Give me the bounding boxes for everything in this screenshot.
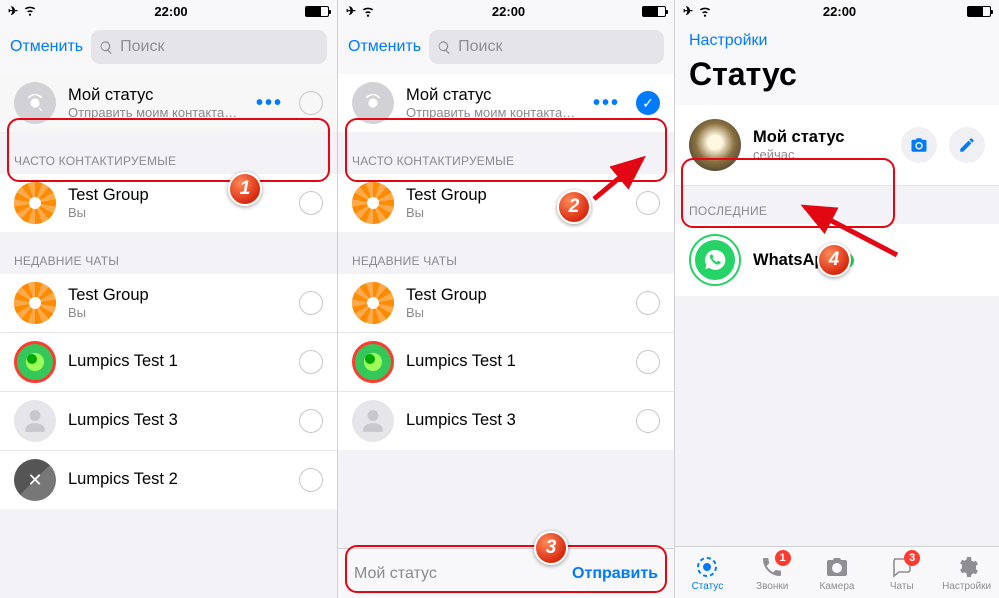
- battery-icon: [967, 6, 991, 17]
- contact-avatar: [352, 400, 394, 442]
- my-status-row[interactable]: Мой статус сейчас: [675, 105, 999, 186]
- page-title: Статус: [675, 52, 999, 105]
- my-status-subtitle: Отправить моим контактам, кр…: [406, 105, 581, 120]
- section-recent: НЕДАВНИЕ ЧАТЫ: [0, 232, 337, 274]
- contact-row[interactable]: Test GroupВы: [0, 274, 337, 333]
- annotation-badge-3: 3: [534, 531, 568, 565]
- contact-row[interactable]: Lumpics Test 1: [338, 333, 674, 392]
- contact-row[interactable]: ✕ Lumpics Test 2: [0, 451, 337, 509]
- search-icon: [437, 40, 452, 55]
- select-radio[interactable]: [636, 409, 660, 433]
- wifi-icon: [361, 4, 375, 18]
- select-radio[interactable]: [299, 350, 323, 374]
- whatsapp-icon: [703, 248, 727, 272]
- select-radio[interactable]: [299, 409, 323, 433]
- cancel-button[interactable]: Отменить: [348, 38, 421, 56]
- screen-2: ✈ 22:00 Отменить Поиск Мой статус Отправ…: [338, 0, 675, 598]
- wifi-icon: [698, 4, 712, 18]
- send-footer: Мой статус Отправить: [338, 548, 674, 598]
- tab-status[interactable]: Статус: [675, 547, 740, 598]
- cancel-button[interactable]: Отменить: [10, 38, 83, 56]
- tab-camera[interactable]: Камера: [805, 547, 870, 598]
- tab-chats[interactable]: Чаты 3: [869, 547, 934, 598]
- tab-settings[interactable]: Настройки: [934, 547, 999, 598]
- screen-3: ✈ 22:00 Настройки Статус Мой статус сейч…: [675, 0, 999, 598]
- footer-status-label: Мой статус: [354, 565, 437, 583]
- header: Отменить Поиск: [0, 22, 337, 74]
- ios-status-bar: ✈ 22:00: [338, 0, 674, 22]
- my-status-title: Мой статус: [753, 128, 889, 148]
- ios-status-bar: ✈ 22:00: [0, 0, 337, 22]
- wifi-icon: [23, 3, 37, 20]
- my-status-title: Мой статус: [406, 86, 581, 106]
- search-placeholder: Поиск: [120, 38, 164, 56]
- battery-icon: [305, 6, 329, 17]
- my-status-subtitle: Отправить моим контактам, кр…: [68, 105, 244, 120]
- contact-avatar: ✕: [14, 459, 56, 501]
- select-radio-checked[interactable]: ✓: [636, 91, 660, 115]
- select-radio[interactable]: [636, 291, 660, 315]
- select-radio[interactable]: [299, 91, 323, 115]
- search-input[interactable]: Поиск: [91, 30, 327, 64]
- contact-avatar: [14, 400, 56, 442]
- more-icon[interactable]: •••: [256, 92, 283, 115]
- contact-avatar: [14, 182, 56, 224]
- tab-bar: Статус Звонки 1 Камера Чаты 3 Настройки: [675, 546, 999, 598]
- select-radio[interactable]: [299, 191, 323, 215]
- annotation-badge-1: 1: [228, 172, 262, 206]
- my-status-avatar: [689, 119, 741, 171]
- contact-row[interactable]: Lumpics Test 3: [338, 392, 674, 450]
- send-button[interactable]: Отправить: [572, 565, 658, 583]
- chats-badge: 3: [904, 550, 920, 566]
- airplane-mode-icon: ✈: [346, 4, 356, 18]
- annotation-arrow: [586, 147, 656, 207]
- gear-icon: [955, 555, 979, 579]
- screen-1: ✈ 22:00 Отменить Поиск Мой статус Отправ…: [0, 0, 338, 598]
- battery-icon: [642, 6, 666, 17]
- my-status-subtitle: сейчас: [753, 147, 889, 162]
- contact-avatar: [352, 282, 394, 324]
- my-status-avatar: [14, 82, 56, 124]
- airplane-mode-icon: ✈: [683, 4, 693, 18]
- my-status-row[interactable]: Мой статус Отправить моим контактам, кр……: [0, 74, 337, 132]
- camera-icon: [825, 555, 849, 579]
- header: Отменить Поиск: [338, 22, 674, 74]
- calls-badge: 1: [775, 550, 791, 566]
- contact-row[interactable]: Lumpics Test 1: [0, 333, 337, 392]
- camera-button[interactable]: [901, 127, 937, 163]
- contact-avatar: [352, 341, 394, 383]
- status-icon: [695, 555, 719, 579]
- my-status-title: Мой статус: [68, 86, 244, 106]
- airplane-mode-icon: ✈: [8, 4, 18, 18]
- annotation-badge-2: 2: [557, 190, 591, 224]
- ios-status-bar: ✈ 22:00: [675, 0, 999, 22]
- contact-avatar: [352, 182, 394, 224]
- tab-calls[interactable]: Звонки 1: [740, 547, 805, 598]
- search-input[interactable]: Поиск: [429, 30, 664, 64]
- search-placeholder: Поиск: [458, 38, 502, 56]
- annotation-badge-4: 4: [817, 243, 851, 277]
- status-time: 22:00: [823, 4, 856, 19]
- section-recent: НЕДАВНИЕ ЧАТЫ: [338, 232, 674, 274]
- my-status-row[interactable]: Мой статус Отправить моим контактам, кр……: [338, 74, 674, 132]
- contact-row[interactable]: Lumpics Test 3: [0, 392, 337, 451]
- contact-avatar: [14, 341, 56, 383]
- whatsapp-avatar: [689, 234, 741, 286]
- select-radio[interactable]: [636, 350, 660, 374]
- back-button[interactable]: Настройки: [675, 22, 999, 52]
- section-frequent: ЧАСТО КОНТАКТИРУЕМЫЕ: [0, 132, 337, 174]
- contact-row[interactable]: Test GroupВы: [338, 274, 674, 333]
- contact-row[interactable]: Test Group Вы: [0, 174, 337, 232]
- my-status-avatar: [352, 82, 394, 124]
- edit-button[interactable]: [949, 127, 985, 163]
- select-radio[interactable]: [299, 291, 323, 315]
- more-icon[interactable]: •••: [593, 92, 620, 115]
- status-time: 22:00: [154, 4, 187, 19]
- status-time: 22:00: [492, 4, 525, 19]
- contact-avatar: [14, 282, 56, 324]
- search-icon: [99, 40, 114, 55]
- select-radio[interactable]: [299, 468, 323, 492]
